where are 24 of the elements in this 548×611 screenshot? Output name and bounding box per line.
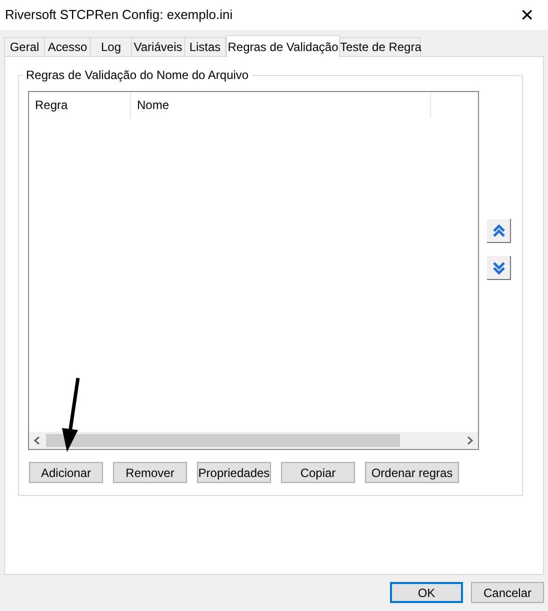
- column-header[interactable]: Regra: [29, 92, 131, 118]
- action-button[interactable]: Copiar: [281, 462, 355, 483]
- action-button[interactable]: Ordenar regras: [365, 462, 459, 483]
- tab[interactable]: Regras de Validação: [226, 35, 340, 57]
- move-down-button[interactable]: [487, 256, 511, 280]
- close-button[interactable]: ✕: [516, 6, 538, 24]
- move-up-button[interactable]: [487, 219, 511, 243]
- tab[interactable]: Teste de Regra: [339, 37, 421, 56]
- action-button[interactable]: Remover: [113, 462, 187, 483]
- dialog-button[interactable]: Cancelar: [471, 582, 544, 603]
- window-title: Riversoft STCPRen Config: exemplo.ini: [5, 6, 233, 24]
- action-button[interactable]: Propriedades: [197, 462, 271, 483]
- scrollbar-thumb[interactable]: [46, 434, 400, 447]
- dialog-button[interactable]: OK: [390, 582, 463, 603]
- tab[interactable]: Log: [90, 37, 132, 56]
- column-header[interactable]: Nome: [131, 92, 431, 118]
- double-chevron-up-icon: [492, 224, 506, 238]
- action-button[interactable]: Adicionar: [29, 462, 103, 483]
- horizontal-scrollbar[interactable]: [29, 432, 478, 449]
- tab[interactable]: Listas: [184, 37, 226, 56]
- rules-list[interactable]: Regra Nome: [28, 91, 479, 450]
- double-chevron-down-icon: [492, 260, 506, 274]
- group-title: Regras de Validação do Nome do Arquivo: [23, 68, 252, 82]
- tab[interactable]: Geral: [4, 37, 45, 56]
